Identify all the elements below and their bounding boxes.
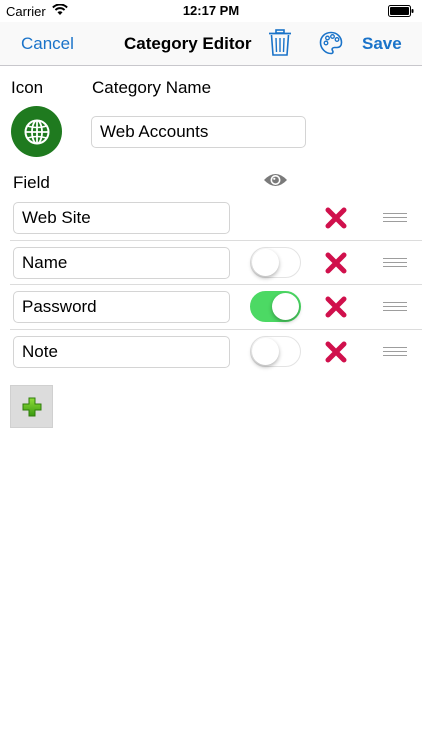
battery-icon: [388, 5, 414, 17]
status-time: 12:17 PM: [182, 3, 240, 18]
category-name-input[interactable]: [91, 116, 306, 148]
hide-field-toggle[interactable]: [250, 336, 301, 367]
field-name-input[interactable]: [13, 336, 230, 368]
drag-handle-icon[interactable]: [383, 347, 407, 357]
hide-field-toggle[interactable]: [250, 291, 301, 322]
delete-icon[interactable]: [325, 207, 347, 229]
drag-handle-icon[interactable]: [383, 213, 407, 223]
field-name-input[interactable]: [13, 202, 230, 234]
add-field-button[interactable]: [10, 385, 53, 428]
icon-label: Icon: [11, 78, 44, 97]
delete-icon[interactable]: [325, 252, 347, 274]
drag-handle-icon[interactable]: [383, 258, 407, 268]
row-divider: [10, 240, 422, 241]
page-title: Category Editor: [124, 34, 252, 53]
cancel-button[interactable]: Cancel: [21, 34, 74, 54]
trash-icon[interactable]: [268, 29, 292, 57]
field-name-input[interactable]: [13, 247, 230, 279]
screen: Carrier 12:17 PM Cancel Category Editor: [0, 0, 422, 750]
palette-icon[interactable]: [319, 31, 343, 55]
delete-icon[interactable]: [325, 296, 347, 318]
field-name-input[interactable]: [13, 291, 230, 323]
category-icon-button[interactable]: [11, 106, 62, 157]
drag-handle-icon[interactable]: [383, 302, 407, 312]
row-divider: [10, 329, 422, 330]
save-button[interactable]: Save: [362, 34, 402, 54]
row-divider: [10, 284, 422, 285]
delete-icon[interactable]: [325, 341, 347, 363]
plus-icon: [22, 397, 41, 416]
eye-icon: [264, 174, 287, 186]
status-bar: Carrier 12:17 PM: [0, 0, 422, 22]
hide-field-toggle[interactable]: [250, 247, 301, 278]
nav-bar: Cancel Category Editor Save: [0, 22, 422, 66]
field-label: Field: [13, 173, 50, 192]
globe-icon: [24, 119, 49, 144]
category-name-label: Category Name: [92, 78, 212, 97]
